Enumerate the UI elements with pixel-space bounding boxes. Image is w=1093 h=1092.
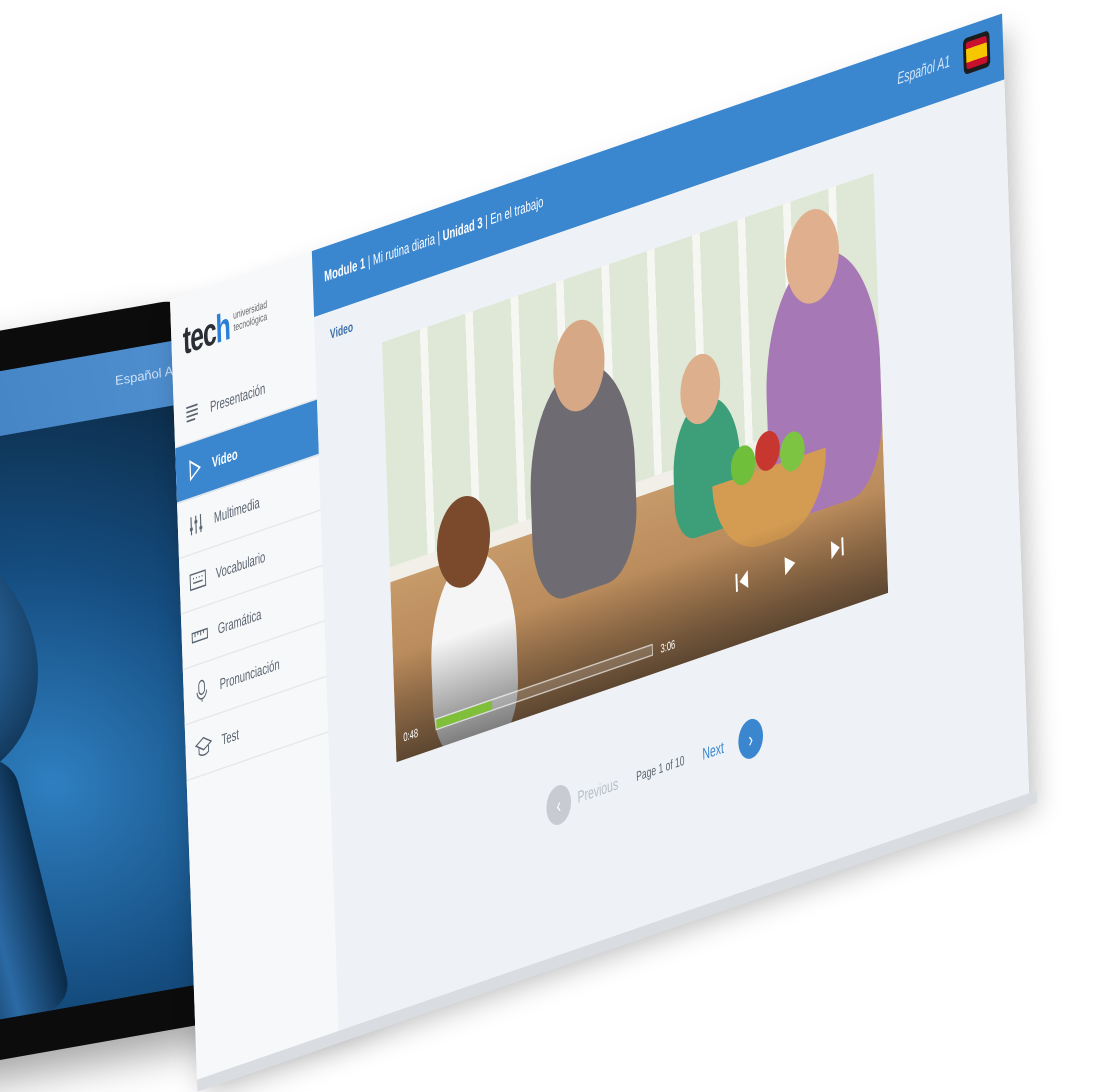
section-title: Video [329, 318, 354, 342]
background-tablet-header: Español A [0, 338, 200, 483]
sidebar-menu: Presentación Video Multimedia Vocabulari… [173, 344, 329, 782]
main-tablet-screen: tech universidad tecnológica Presentació… [170, 13, 1030, 1080]
skip-back-icon[interactable] [734, 566, 750, 600]
sidebar-item-label: Presentación [209, 380, 266, 416]
total-time: 3:06 [660, 637, 676, 657]
logo: tech universidad tecnológica [182, 274, 291, 371]
chevron-left-icon: ‹ [556, 792, 562, 818]
sidebar-item-label: Vocabulario [215, 548, 266, 583]
spain-flag-icon[interactable] [962, 30, 991, 76]
language-label: Español A1 [897, 52, 951, 89]
play-icon [185, 453, 203, 486]
logo-subtitle: universidad tecnológica [233, 300, 268, 335]
next-button[interactable]: › [737, 715, 764, 763]
sidebar: tech universidad tecnológica Presentació… [170, 250, 340, 1080]
equalizer-icon [187, 508, 205, 541]
sidebar-item-label: Video [211, 446, 238, 472]
page-indicator: Page 1 of 10 [635, 752, 685, 785]
microphone-handle-image [0, 754, 74, 1026]
sidebar-item-label: Gramática [217, 606, 262, 638]
breadcrumb-unit-title[interactable]: En el trabajo [490, 194, 544, 229]
sidebar-item-label: Test [221, 726, 240, 749]
play-button[interactable] [782, 550, 798, 584]
background-language-label: Español A [113, 363, 175, 389]
microphone-icon [193, 675, 211, 708]
chevron-right-icon: › [748, 726, 754, 752]
progress-bar[interactable] [435, 643, 654, 731]
skip-forward-icon[interactable] [829, 534, 845, 568]
sidebar-item-label: Multimedia [213, 494, 260, 527]
current-time: 0:48 [403, 726, 419, 745]
logo-mark: tech [182, 301, 231, 363]
graduation-cap-icon [194, 730, 213, 763]
breadcrumb-module-title[interactable]: Mi rutina diaria [373, 232, 436, 270]
sidebar-item-label: Pronunciación [219, 656, 280, 694]
breadcrumb-module[interactable]: Module 1 [324, 256, 366, 287]
previous-label[interactable]: Previous [577, 776, 618, 808]
next-label[interactable]: Next [702, 739, 724, 764]
ruler-icon [191, 619, 209, 652]
keyboard-icon [189, 564, 207, 597]
previous-button[interactable]: ‹ [545, 781, 572, 829]
breadcrumb-unit[interactable]: Unidad 3 [442, 215, 483, 245]
microphone-image [0, 512, 66, 805]
list-icon [183, 397, 201, 430]
progress-fill [436, 700, 493, 729]
